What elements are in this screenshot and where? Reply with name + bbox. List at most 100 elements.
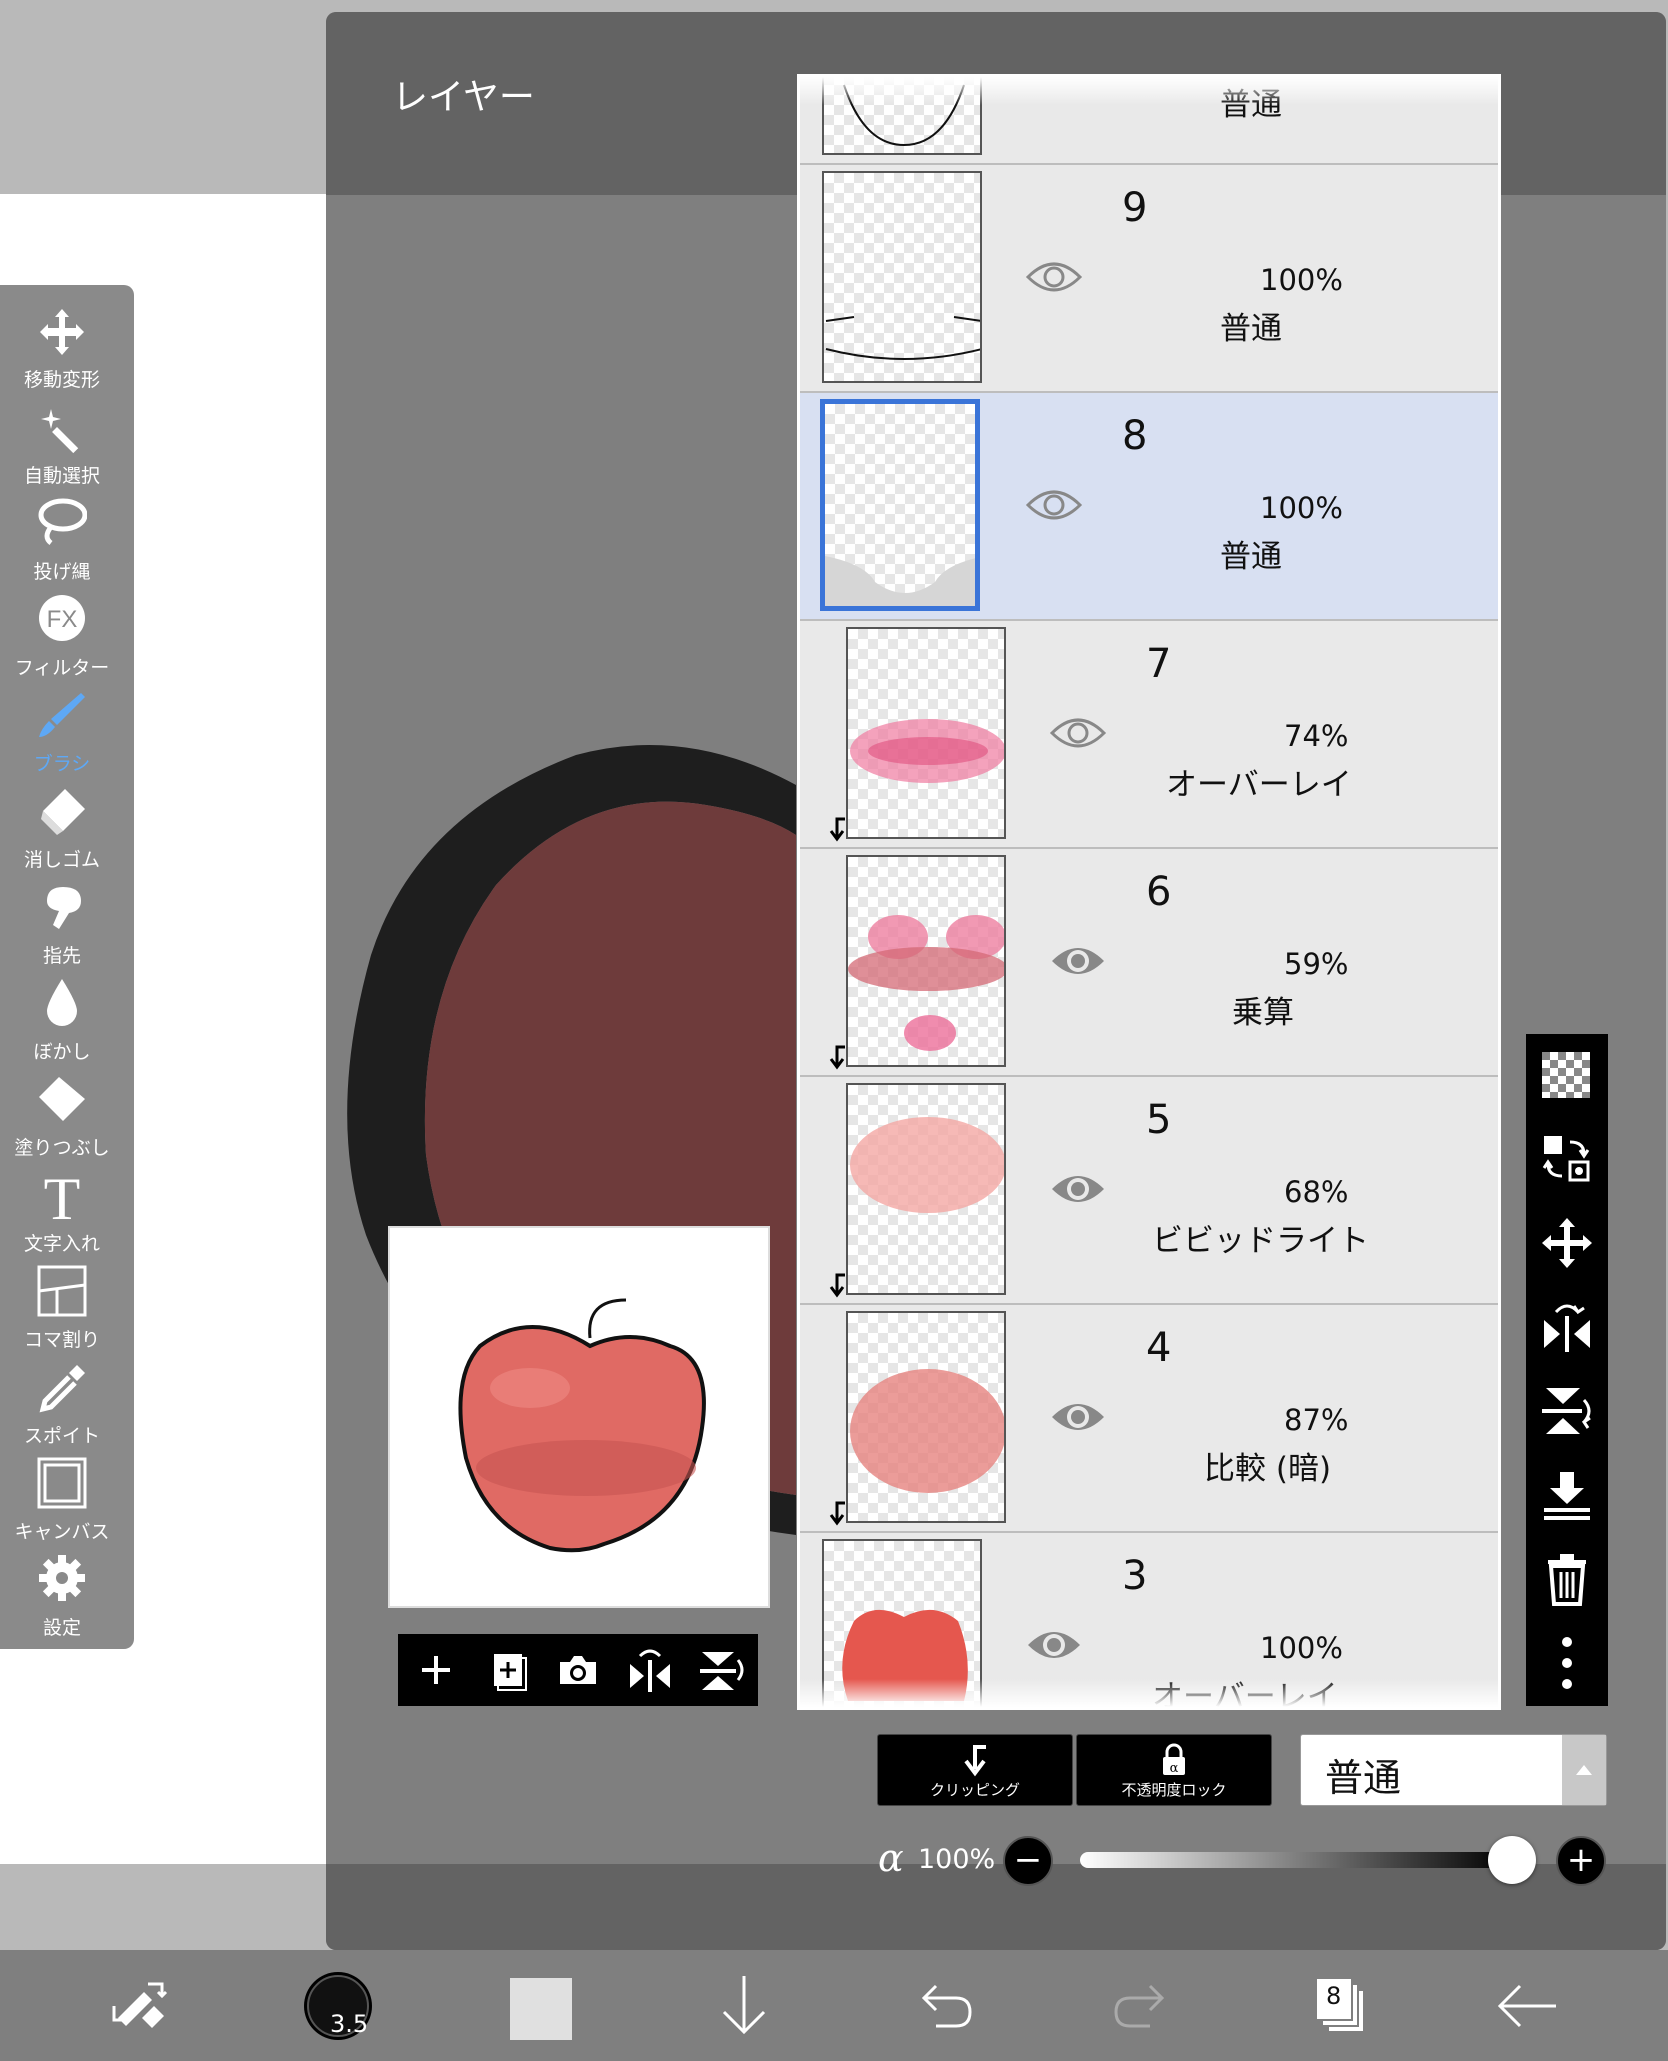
flip-vertical-icon[interactable] [1540, 1384, 1594, 1438]
layer-list[interactable]: 普通 9 100% 普通 8 100% 普通 7 74% オーバーレイ 6 59… [797, 74, 1501, 1710]
layers-button[interactable]: 8 [1302, 1968, 1378, 2044]
down-arrow-icon[interactable] [706, 1968, 782, 2044]
layer-number: 7 [1146, 641, 1172, 687]
layer-number: 6 [1146, 869, 1172, 915]
tool-label: フィルター [14, 657, 110, 679]
blend-mode-arrow[interactable] [1562, 1735, 1606, 1805]
back-arrow-icon[interactable] [1490, 1968, 1566, 2044]
visibility-eye-icon[interactable] [1026, 1627, 1082, 1663]
layer-opacity: 100% [1260, 1631, 1343, 1665]
layer-row-8[interactable]: 8 100% 普通 [800, 393, 1498, 621]
trash-icon[interactable] [1540, 1552, 1594, 1606]
canvas-flip-vertical-icon[interactable] [698, 1646, 746, 1694]
tool-brush[interactable]: ブラシ [0, 689, 124, 785]
layer-opacity: 87% [1284, 1403, 1349, 1437]
layer-blend-mode: ビビッドライト [1152, 1223, 1369, 1259]
camera-import-icon[interactable] [554, 1646, 602, 1694]
blur-drop-icon [47, 979, 77, 1026]
clipping-arrow-icon [829, 1273, 845, 1298]
layer-row-4[interactable]: 4 87% 比較 (暗) [800, 1305, 1498, 1533]
tool-eyedropper[interactable]: スポイト [0, 1361, 124, 1457]
flip-horizontal-icon[interactable] [1540, 1300, 1594, 1354]
tool-magic-wand[interactable]: 自動選択 [0, 401, 124, 497]
transparency-checker-icon[interactable] [1540, 1048, 1594, 1102]
visibility-eye-icon[interactable] [1050, 1171, 1106, 1207]
clipping-icon [964, 1745, 986, 1777]
layer-row-9[interactable]: 9 100% 普通 [800, 165, 1498, 393]
tool-text[interactable]: T 文字入れ [0, 1169, 124, 1265]
layer-opacity: 59% [1284, 947, 1349, 981]
add-layer-icon[interactable] [412, 1646, 460, 1694]
tool-palette: 移動変形 自動選択 投げ縄 FX フィルター ブラシ 消しゴム 指先 ぼかし 塗… [0, 285, 134, 1649]
visibility-eye-icon[interactable] [1050, 715, 1106, 751]
tool-canvas[interactable]: キャンバス [0, 1457, 124, 1553]
visibility-eye-icon[interactable] [1050, 943, 1106, 979]
alpha-slider-track[interactable] [1080, 1852, 1510, 1868]
gear-icon [39, 1555, 85, 1601]
alpha-slider-knob[interactable] [1488, 1836, 1536, 1884]
tool-settings[interactable]: 設定 [0, 1553, 124, 1649]
clipping-button[interactable]: クリッピング [877, 1734, 1073, 1806]
merge-down-icon[interactable] [1540, 1468, 1594, 1522]
layer-number: 9 [1122, 185, 1148, 231]
add-layer-copy-icon[interactable] [484, 1646, 532, 1694]
visibility-eye-icon[interactable] [1050, 1399, 1106, 1435]
tool-move-transform[interactable]: 移動変形 [0, 305, 124, 401]
lock-icon: α [1163, 1743, 1185, 1776]
blend-mode-select[interactable]: 普通 [1300, 1734, 1607, 1806]
canvas-flip-horizontal-icon[interactable] [626, 1646, 674, 1694]
layer-thumbnail [820, 399, 980, 611]
panel-title: レイヤー [392, 77, 535, 118]
blend-mode-value: 普通 [1325, 1756, 1402, 1800]
visibility-eye-icon[interactable] [1026, 259, 1082, 295]
tool-filter[interactable]: FX フィルター [0, 593, 124, 689]
color-swatch[interactable] [510, 1978, 572, 2040]
swap-layers-icon[interactable] [1540, 1132, 1594, 1186]
svg-text:α: α [1170, 1761, 1179, 1776]
tool-label: キャンバス [14, 1521, 110, 1543]
alpha-increase-button[interactable]: + [1556, 1836, 1606, 1886]
swap-tool-icon[interactable] [104, 1968, 180, 2044]
layer-number: 3 [1122, 1553, 1148, 1599]
layer-number: 8 [1122, 413, 1148, 459]
redo-icon[interactable] [1104, 1968, 1180, 2044]
panel-footer [326, 1864, 1666, 1950]
layer-row-3[interactable]: 3 100% オーバーレイ [800, 1533, 1498, 1707]
canvas-icon [37, 1457, 87, 1509]
tool-lasso[interactable]: 投げ縄 [0, 497, 124, 593]
move-layer-icon[interactable] [1540, 1216, 1594, 1270]
tool-eraser[interactable]: 消しゴム [0, 785, 124, 881]
visibility-eye-icon[interactable] [1026, 487, 1082, 523]
more-options-icon[interactable] [1540, 1636, 1594, 1690]
layer-action-bar [1526, 1034, 1608, 1706]
tool-fill[interactable]: 塗りつぶし [0, 1073, 124, 1169]
frame-divider-icon [37, 1265, 87, 1317]
tool-label: ブラシ [33, 753, 91, 775]
brush-size-button[interactable]: 3.5 [300, 1968, 376, 2044]
alpha-lock-button[interactable]: α 不透明度ロック [1076, 1734, 1272, 1806]
layer-row-5[interactable]: 5 68% ビビッドライト [800, 1077, 1498, 1305]
alpha-symbol: α [878, 1836, 904, 1880]
tool-blur[interactable]: ぼかし [0, 977, 124, 1073]
tool-label: 消しゴム [23, 849, 100, 871]
clipping-arrow-icon [829, 1045, 845, 1070]
layer-opacity: 100% [1260, 263, 1343, 297]
layer-blend-mode: オーバーレイ [1166, 767, 1352, 803]
layer-thumbnail [822, 171, 982, 383]
layer-row-partial[interactable]: 普通 [800, 77, 1498, 165]
tool-finger[interactable]: 指先 [0, 881, 124, 977]
layer-row-7[interactable]: 7 74% オーバーレイ [800, 621, 1498, 849]
tool-label: 指先 [42, 945, 81, 967]
preview-toolbar [398, 1634, 758, 1706]
clipping-arrow-icon [829, 1501, 845, 1526]
tool-frame-divider[interactable]: コマ割り [0, 1265, 124, 1361]
layer-blend-mode: 普通 [1220, 539, 1282, 575]
layer-blend-mode: 乗算 [1232, 995, 1294, 1031]
navigator-preview[interactable] [388, 1226, 770, 1608]
layer-thumbnail [846, 1083, 1006, 1295]
layer-row-6[interactable]: 6 59% 乗算 [800, 849, 1498, 1077]
undo-icon[interactable] [906, 1968, 982, 2044]
layer-number: 4 [1146, 1325, 1172, 1371]
tool-label: コマ割り [23, 1329, 100, 1351]
alpha-decrease-button[interactable]: − [1003, 1836, 1053, 1886]
